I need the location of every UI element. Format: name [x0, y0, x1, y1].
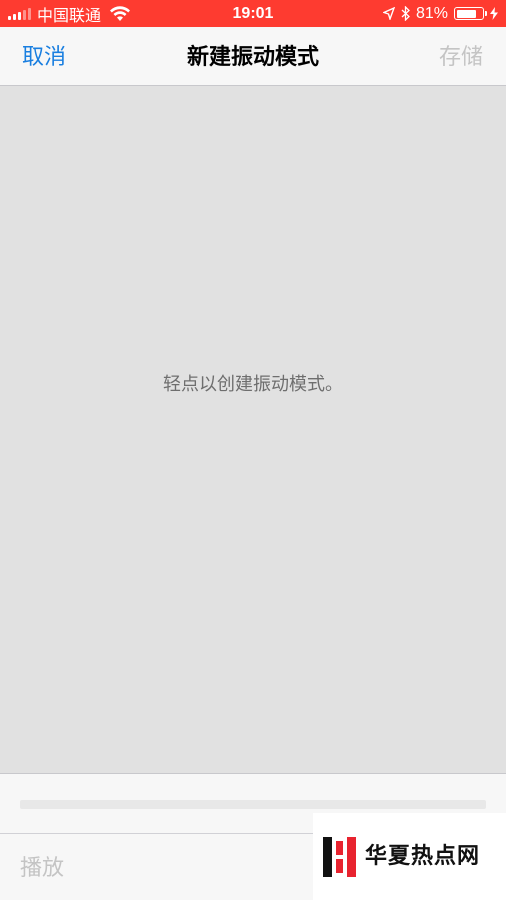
watermark-text: 华夏热点网 — [365, 843, 481, 869]
bluetooth-icon — [401, 6, 410, 21]
location-icon — [382, 7, 395, 20]
play-button[interactable]: 播放 — [20, 834, 64, 900]
status-bar: 中国联通 19:01 81% — [0, 0, 506, 27]
battery-fill — [456, 9, 476, 18]
battery-percent: 81% — [415, 4, 448, 22]
battery-icon — [454, 7, 487, 20]
tap-hint-text: 轻点以创建振动模式。 — [163, 374, 343, 394]
charging-icon — [490, 7, 498, 20]
vibration-tap-area[interactable]: 轻点以创建振动模式。 — [0, 86, 506, 774]
save-button[interactable]: 存储 — [439, 27, 483, 86]
watermark: 华夏热点网 — [313, 813, 506, 900]
watermark-logo-icon — [323, 837, 356, 877]
status-right: 81% — [382, 0, 498, 27]
timeline-track[interactable] — [20, 800, 486, 809]
screen: 中国联通 19:01 81% 取消 新建振动模式 存储 轻点以创建振动模式。 播… — [0, 0, 506, 900]
page-title: 新建振动模式 — [186, 44, 319, 69]
navigation-bar: 取消 新建振动模式 存储 — [0, 27, 506, 86]
